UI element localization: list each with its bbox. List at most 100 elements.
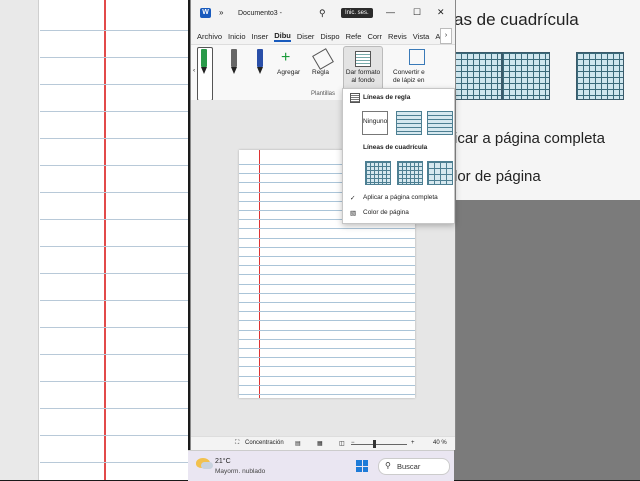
grid-large-option[interactable] (427, 161, 453, 185)
add-pen-icon[interactable]: + (281, 49, 290, 67)
group-label: Plantillas (311, 91, 336, 97)
tab-revis[interactable]: Revis (388, 32, 407, 41)
search-icon: ⚲ (385, 461, 391, 470)
background-ruled-line (40, 354, 188, 355)
tab-corr[interactable]: Corr (367, 32, 382, 41)
background-format-dropdown: Líneas de regla Ninguno Líneas de cuadrí… (342, 88, 455, 224)
tab-dibu[interactable]: Dibu (274, 31, 291, 42)
tab-refe[interactable]: Refe (346, 32, 362, 41)
tab-vista[interactable]: Vista (413, 32, 430, 41)
vertical-ruler (195, 150, 203, 436)
ruled-wide-option[interactable] (427, 111, 453, 135)
ruled-line (239, 256, 415, 257)
ruled-narrow-option[interactable] (396, 111, 422, 135)
close-icon[interactable]: ✕ (437, 7, 445, 18)
tab-inser[interactable]: Inser (252, 32, 269, 41)
background-ruled-line (40, 219, 188, 220)
background-ruled-line (40, 381, 188, 382)
ruled-line (239, 228, 415, 230)
ruled-line (239, 394, 415, 395)
background-ruled-line (40, 30, 188, 31)
format-background-label-2: al fondo (351, 77, 375, 84)
convert-icon[interactable] (409, 49, 425, 65)
background-grid-icon (454, 52, 502, 100)
more-icon[interactable]: » (219, 8, 223, 17)
web-layout-icon[interactable]: ◫ (339, 440, 345, 447)
ruler-icon[interactable] (312, 48, 334, 70)
read-mode-icon[interactable]: ▤ (295, 440, 301, 447)
zoom-in-icon[interactable]: + (411, 440, 415, 446)
ruled-line (239, 329, 415, 331)
weather-temperature[interactable]: 21°C (215, 458, 231, 465)
background-panel: as de cuadrícula icar a página completa … (454, 0, 640, 200)
search-icon[interactable]: ⚲ (319, 8, 326, 19)
minimize-icon[interactable]: — (386, 7, 395, 17)
background-grid-icon (576, 52, 624, 100)
taskbar-search[interactable]: ⚲ Buscar (378, 458, 450, 475)
windows-start-icon[interactable] (356, 460, 368, 472)
maximize-icon[interactable]: ☐ (413, 7, 421, 18)
background-ruled-line (40, 435, 188, 436)
background-ruled-line (40, 246, 188, 247)
tab-archivo[interactable]: Archivo (197, 32, 222, 41)
weather-icon[interactable] (196, 458, 213, 469)
print-layout-icon[interactable]: ▦ (317, 440, 323, 447)
ruled-lines-icon (350, 93, 360, 103)
page-color-item[interactable]: Color de página (363, 209, 409, 216)
background-page-text: lor de página (454, 168, 541, 185)
pen-icon[interactable] (199, 49, 209, 75)
ruled-line (239, 384, 415, 386)
weather-description[interactable]: Mayorm. nublado (215, 468, 265, 475)
background-grid-title: as de cuadrícula (454, 10, 579, 29)
document-title: Documento3 - (238, 10, 282, 17)
grid-lines-header: Líneas de cuadrícula (363, 144, 428, 151)
status-bar: ⛶ Concentración ▤ ▦ ◫ − + 40 % (191, 436, 455, 450)
convert-label-1[interactable]: Convertir e (393, 69, 425, 76)
page-color-icon: ▧ (350, 210, 357, 217)
background-ruled-line (40, 57, 188, 58)
background-ruled-line (40, 138, 188, 139)
sign-in-button[interactable]: Inic. ses. (341, 8, 373, 18)
ruled-line (239, 348, 415, 349)
zoom-out-icon[interactable]: − (351, 440, 355, 446)
add-pen-button[interactable]: Agregar (277, 69, 300, 76)
highlighter-icon[interactable] (255, 49, 265, 75)
zoom-slider[interactable] (351, 444, 407, 445)
ruled-line (239, 237, 415, 239)
grid-medium-option[interactable] (397, 161, 423, 185)
background-ruled-line (40, 327, 188, 328)
background-zoom-left (0, 0, 188, 480)
focus-mode-icon[interactable]: ⛶ (235, 440, 239, 447)
apply-full-page-item[interactable]: Aplicar a página completa (363, 194, 438, 201)
scroll-left-icon[interactable]: ‹ (193, 67, 195, 74)
background-ruled-line (40, 273, 188, 274)
background-ruled-line (40, 462, 188, 463)
tab-inicio[interactable]: Inicio (228, 32, 246, 41)
zoom-slider-knob[interactable] (373, 440, 376, 448)
ribbon-tabs: Archivo Inicio Inser Dibu Diser Dispo Refe Corr… (191, 28, 455, 44)
ruled-lines-header: Líneas de regla (363, 94, 411, 101)
search-placeholder: Buscar (397, 462, 421, 471)
background-ruled-line (40, 192, 188, 193)
grid-small-option[interactable] (365, 161, 391, 185)
ruled-line (239, 274, 415, 276)
ruled-line (239, 366, 415, 368)
word-logo-icon: W (200, 8, 211, 18)
ruled-none-option[interactable]: Ninguno (362, 111, 388, 135)
ruler-button[interactable]: Regla (312, 69, 329, 76)
background-ruled-line (40, 84, 188, 85)
ruled-line (239, 338, 415, 340)
zoom-level[interactable]: 40 % (433, 440, 447, 446)
background-grid-icon (502, 52, 550, 100)
tab-diser[interactable]: Diser (297, 32, 315, 41)
tabs-scroll-right-icon[interactable]: › (440, 28, 452, 44)
focus-mode-button[interactable]: Concentración (245, 440, 284, 446)
background-ruled-line (40, 300, 188, 301)
taskbar: 21°C Mayorm. nublado ⚲ Buscar (188, 450, 454, 481)
background-vertical-ruler (0, 0, 39, 480)
background-apply-text: icar a página completa (454, 130, 605, 147)
convert-label-2[interactable]: de lápiz en (393, 77, 424, 84)
pencil-icon[interactable] (229, 49, 239, 75)
checkmark-icon: ✓ (350, 195, 356, 202)
tab-dispo[interactable]: Dispo (320, 32, 339, 41)
